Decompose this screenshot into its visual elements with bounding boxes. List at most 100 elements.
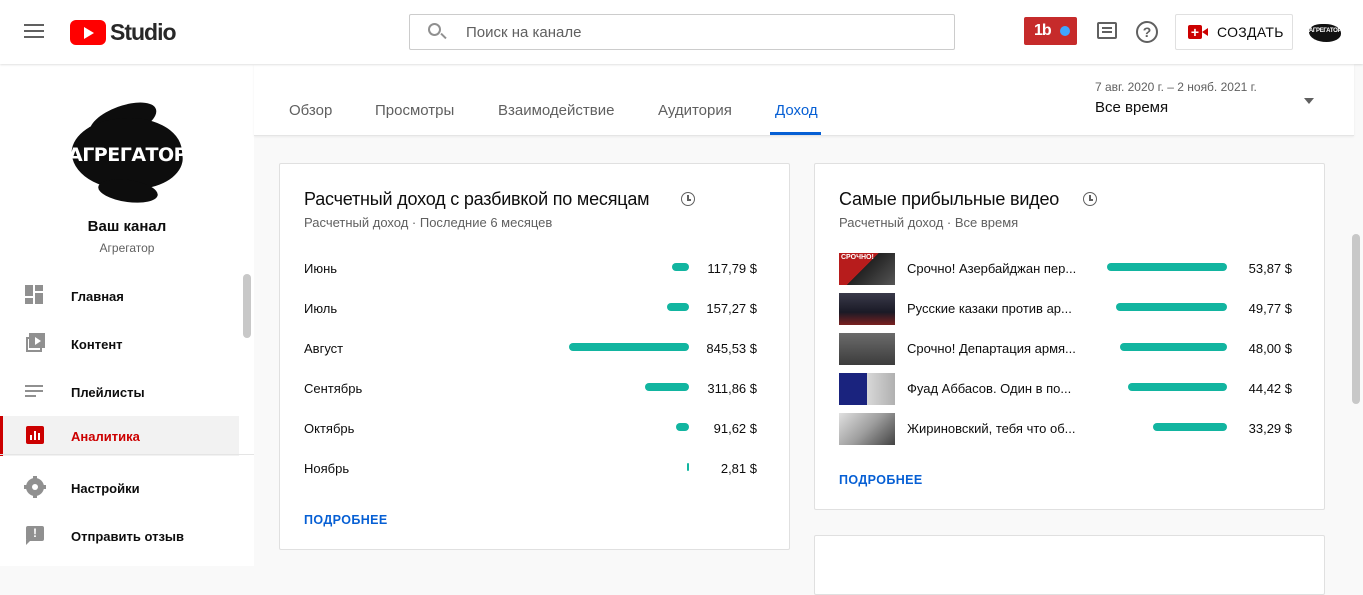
tab-revenue[interactable]: Доход [775,102,818,119]
video-row[interactable]: Срочно! Департация армя... 48,00 $ [815,329,1324,369]
sidebar-item-feedback[interactable]: ! Отправить отзыв [0,516,239,556]
revenue-bar [672,263,689,271]
channel-name: Агрегатор [99,241,155,255]
month-row: Август 845,53 $ [280,329,789,369]
clock-icon[interactable] [681,192,695,206]
video-title[interactable]: Русские казаки против ар... [907,301,1079,316]
badge-text: 1b [1034,22,1052,39]
video-title[interactable]: Срочно! Азербайджан пер... [907,261,1079,276]
revenue-bar [687,463,689,471]
sidebar-divider [0,454,254,455]
month-label: Октябрь [304,421,355,436]
revenue-value: 49,77 $ [1248,301,1292,316]
revenue-bar [1107,263,1227,271]
revenue-value: 157,27 $ [706,301,757,316]
channel-logo-text: АГРЕГАТОР [68,144,186,166]
account-avatar[interactable]: АГРЕГАТОР [1308,16,1342,50]
revenue-bar [676,423,689,431]
video-row[interactable]: Русские казаки против ар... 49,77 $ [815,289,1324,329]
analytics-tabs-bar: Обзор Просмотры Взаимодействие Аудитория… [254,64,1354,136]
month-label: Июль [304,301,338,316]
month-label: Сентябрь [304,381,363,396]
revenue-value: 845,53 $ [706,341,757,356]
video-thumbnail[interactable] [839,333,895,365]
channel-title: Ваш канал [87,218,167,235]
sidebar-item-label: Настройки [71,480,140,496]
clock-icon[interactable] [1083,192,1097,206]
create-label: СОЗДАТЬ [1217,24,1284,40]
top-videos-card: Самые прибыльные видео Расчетный доход ·… [814,163,1325,510]
create-button[interactable]: + СОЗДАТЬ [1175,14,1293,50]
logo-text: Studio [110,18,177,45]
revenue-value: 33,29 $ [1248,421,1292,436]
sidebar-item-label: Главная [71,288,124,304]
video-thumbnail[interactable]: СРОЧНО! [839,253,895,285]
chevron-down-icon[interactable] [1304,98,1314,104]
tab-overview[interactable]: Обзор [289,102,332,119]
main-scrollbar[interactable] [1352,234,1360,404]
video-thumbnail[interactable] [839,413,895,445]
card-subtitle: Расчетный доход · Все время [839,215,1019,230]
top-app-bar: Studio 1b ? + СОЗДАТЬ АГРЕГАТОР [0,0,1363,64]
notification-dot-icon [1059,26,1070,36]
video-title[interactable]: Жириновский, тебя что об... [907,421,1079,436]
month-row: Сентябрь 311,86 $ [280,369,789,409]
search-input[interactable] [466,23,926,41]
content-icon [24,332,46,354]
revenue-bar [1153,423,1227,431]
revenue-bar [569,343,689,351]
playlists-icon [24,380,46,402]
tab-views[interactable]: Просмотры [375,102,454,119]
sidebar-item-label: Контент [71,336,123,352]
card-title: Самые прибыльные видео [839,189,1060,209]
sidebar-item-label: Аналитика [71,428,140,444]
revenue-bar [1116,303,1227,311]
search-box [409,14,955,50]
messages-icon[interactable] [1095,20,1119,44]
help-icon[interactable]: ? [1135,20,1159,44]
revenue-value: 44,42 $ [1248,381,1292,396]
video-row[interactable]: Жириновский, тебя что об... 33,29 $ [815,409,1324,449]
revenue-bar [667,303,689,311]
tab-engagement[interactable]: Взаимодействие [498,102,614,119]
monthly-revenue-card: Расчетный доход с разбивкой по месяцам Р… [279,163,790,550]
sidebar: АГРЕГАТОР Ваш канал Агрегатор Главная Ко… [0,64,254,566]
video-row[interactable]: Фуад Аббасов. Один в по... 44,42 $ [815,369,1324,409]
tab-audience[interactable]: Аудитория [658,102,732,119]
next-card [814,535,1325,595]
video-thumbnail[interactable] [839,293,895,325]
video-thumbnail[interactable] [839,373,895,405]
sidebar-item-analytics[interactable]: Аналитика [0,416,239,456]
see-more-link[interactable]: ПОДРОБНЕЕ [839,473,923,487]
video-row[interactable]: СРОЧНО! Срочно! Азербайджан пер... 53,87 $ [815,249,1324,289]
create-video-icon: + [1188,25,1208,39]
menu-icon[interactable] [24,24,44,40]
settings-icon [24,476,46,498]
youtube-play-icon [70,19,106,45]
video-title[interactable]: Срочно! Департация армя... [907,341,1079,356]
see-more-link[interactable]: ПОДРОБНЕЕ [304,513,388,527]
revenue-value: 117,79 $ [707,261,757,276]
sidebar-scrollbar[interactable] [243,274,251,338]
month-label: Июнь [304,261,338,276]
video-title[interactable]: Фуад Аббасов. Один в по... [907,381,1079,396]
extension-badge[interactable]: 1b [1024,17,1077,45]
revenue-value: 2,81 $ [720,461,757,476]
sidebar-item-dashboard[interactable]: Главная [0,276,239,316]
revenue-value: 53,87 $ [1248,261,1292,276]
sidebar-item-playlists[interactable]: Плейлисты [0,372,239,412]
revenue-value: 48,00 $ [1248,341,1292,356]
sidebar-item-label: Плейлисты [71,384,145,400]
month-row: Октябрь 91,62 $ [280,409,789,449]
revenue-bar [1128,383,1227,391]
period-select[interactable]: Все время [1095,99,1168,116]
sidebar-item-settings[interactable]: Настройки [0,468,239,508]
dashboard-icon [24,284,46,306]
channel-avatar[interactable]: АГРЕГАТОР [68,94,186,212]
month-row: Ноябрь 2,81 $ [280,449,789,489]
sidebar-item-content[interactable]: Контент [0,324,239,364]
search-icon[interactable] [424,14,464,50]
youtube-studio-logo[interactable]: Studio [70,18,177,45]
month-row: Июль 157,27 $ [280,289,789,329]
revenue-value: 91,62 $ [713,421,757,436]
